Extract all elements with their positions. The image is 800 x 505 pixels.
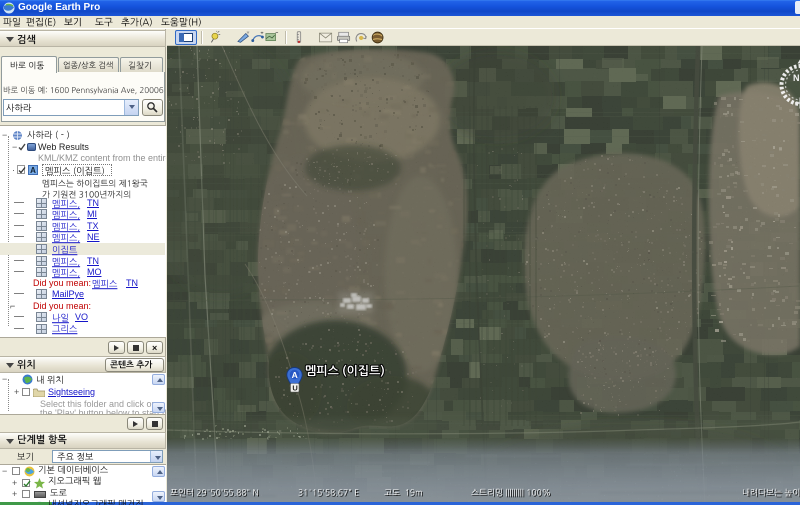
svg-text:U: U [292, 384, 297, 393]
svg-text:N: N [793, 73, 800, 83]
svg-text:A: A [292, 370, 298, 380]
